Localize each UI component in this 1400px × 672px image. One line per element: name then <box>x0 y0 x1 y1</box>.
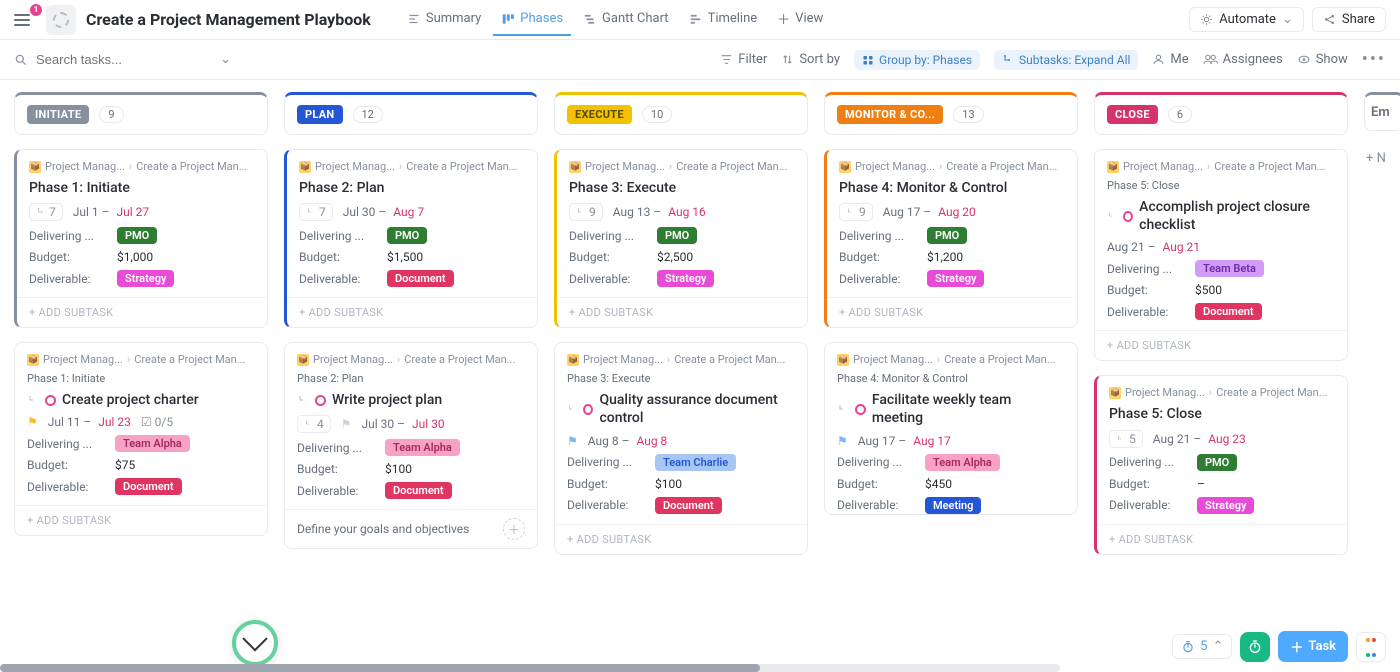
apps-grid-button[interactable] <box>1356 632 1386 662</box>
column-name: INITIATE <box>27 105 89 124</box>
search-icon <box>14 53 28 67</box>
card-phase3[interactable]: 📦Project Manag...›Create a Project Man..… <box>554 149 808 328</box>
menu-toggle[interactable]: 1 <box>14 8 38 32</box>
card-closure[interactable]: 📦Project Manag...›Create a Project Man..… <box>1094 149 1348 361</box>
column-header[interactable]: Em <box>1364 92 1400 131</box>
description: Define your goals and objectives <box>297 522 469 536</box>
breadcrumb: 📦Project Manag...›Create a Project Man..… <box>27 353 255 366</box>
column-close: CLOSE 6 📦Project Manag...›Create a Proje… <box>1094 92 1348 672</box>
filter-button[interactable]: Filter <box>720 52 767 67</box>
flag-icon[interactable]: ⚑ <box>837 434 848 448</box>
subtask-count[interactable]: 7 <box>29 203 63 221</box>
view-tabs: Summary Phases Gantt Chart Timeline ＋Vie… <box>399 1 1181 38</box>
search-expand[interactable]: ⌄ <box>220 52 231 67</box>
card-phase5[interactable]: 📦Project Manag...›Create a Project Man..… <box>1094 375 1348 554</box>
card-qa[interactable]: 📦Project Manag...›Create a Project Man..… <box>554 342 808 554</box>
card-charter[interactable]: 📦Project Manag...›Create a Project Man..… <box>14 342 268 536</box>
column-count: 9 <box>99 106 123 123</box>
timer-chip[interactable]: 5 ⌃ <box>1172 634 1232 659</box>
flag-icon[interactable]: ⚑ <box>567 434 578 448</box>
parent-phase: Phase 1: Initiate <box>27 372 255 385</box>
flag-icon[interactable]: ⚑ <box>27 415 38 429</box>
column-header[interactable]: INITIATE 9 <box>14 92 268 135</box>
column-header[interactable]: EXECUTE 10 <box>554 92 808 135</box>
board: INITIATE 9 📦Project Manag...›Create a Pr… <box>0 80 1400 672</box>
card-title: Phase 1: Initiate <box>29 179 255 197</box>
column-header[interactable]: PLAN 12 <box>284 92 538 135</box>
add-subtask[interactable]: + ADD SUBTASK <box>287 297 537 327</box>
automate-button[interactable]: Automate ⌄ <box>1189 7 1304 32</box>
tab-phases[interactable]: Phases <box>493 3 571 36</box>
team-tag: PMO <box>117 227 157 244</box>
add-subtask[interactable]: + ADD SUBTASK <box>557 297 807 327</box>
card-weekly[interactable]: 📦Project Manag...›Create a Project Man..… <box>824 342 1078 514</box>
card-phase4[interactable]: 📦Project Manag...›Create a Project Man..… <box>824 149 1078 328</box>
new-task-button[interactable]: ＋Task <box>1278 631 1348 662</box>
card-phase2[interactable]: 📦Project Manag...›Create a Project Man..… <box>284 149 538 328</box>
add-subtask[interactable]: + ADD SUBTASK <box>555 524 807 554</box>
add-subtask[interactable]: + ADD SUBTASK <box>1095 330 1347 360</box>
sort-button[interactable]: Sort by <box>781 52 840 67</box>
column-header[interactable]: CLOSE 6 <box>1094 92 1348 135</box>
page-title: Create a Project Management Playbook <box>86 10 371 29</box>
bottom-toolbar: 5 ⌃ ＋Task <box>1172 631 1386 662</box>
share-button[interactable]: Share <box>1312 7 1386 32</box>
toolbar: ⌄ Filter Sort by Group by: Phases Subtas… <box>0 40 1400 80</box>
tab-add-view[interactable]: ＋View <box>769 1 831 38</box>
record-cursor-bubble[interactable] <box>232 620 278 666</box>
card-projplan[interactable]: 📦Project Manag...›Create a Project Man..… <box>284 342 538 549</box>
horizontal-scrollbar[interactable] <box>0 664 1060 672</box>
tab-timeline[interactable]: Timeline <box>681 3 766 36</box>
quick-timer-button[interactable] <box>1240 632 1270 662</box>
me-filter[interactable]: Me <box>1152 52 1188 67</box>
subtasks-chip[interactable]: Subtasks: Expand All <box>994 50 1138 70</box>
tab-gantt[interactable]: Gantt Chart <box>575 3 677 36</box>
card-phase1[interactable]: 📦Project Manag...›Create a Project Man..… <box>14 149 268 328</box>
deliverable-tag: Strategy <box>117 270 174 287</box>
assign-add[interactable]: ＋ <box>503 518 525 540</box>
add-subtask[interactable]: + ADD SUBTASK <box>15 505 267 535</box>
project-icon[interactable] <box>46 5 76 35</box>
column-execute: EXECUTE 10 📦Project Manag...›Create a Pr… <box>554 92 808 672</box>
breadcrumb: 📦Project Manag...›Create a Project Man..… <box>29 160 255 173</box>
add-new[interactable]: + N <box>1364 145 1400 172</box>
tab-summary[interactable]: Summary <box>399 3 489 36</box>
assignees-button[interactable]: Assignees <box>1203 52 1283 67</box>
column-plan: PLAN 12 📦Project Manag...›Create a Proje… <box>284 92 538 672</box>
more-menu[interactable]: ••• <box>1362 49 1386 70</box>
status-icon <box>45 395 56 406</box>
add-subtask[interactable]: + ADD SUBTASK <box>17 297 267 327</box>
header-bar: 1 Create a Project Management Playbook S… <box>0 0 1400 40</box>
add-subtask[interactable]: + ADD SUBTASK <box>827 297 1077 327</box>
notification-badge: 1 <box>30 4 42 16</box>
column-header[interactable]: MONITOR & CO... 13 <box>824 92 1078 135</box>
dates: Jul 1 – Jul 27 <box>73 205 149 219</box>
show-button[interactable]: Show <box>1297 52 1348 67</box>
group-by-chip[interactable]: Group by: Phases <box>854 50 980 70</box>
column-monitor: MONITOR & CO... 13 📦Project Manag...›Cre… <box>824 92 1078 672</box>
search-input[interactable] <box>34 51 214 68</box>
add-subtask[interactable]: + ADD SUBTASK <box>1097 524 1347 554</box>
column-initiate: INITIATE 9 📦Project Manag...›Create a Pr… <box>14 92 268 672</box>
column-overflow: Em + N <box>1364 92 1400 672</box>
flag-icon[interactable]: ⚑ <box>341 417 352 431</box>
checklist-count[interactable]: ☑0/5 <box>141 415 173 429</box>
